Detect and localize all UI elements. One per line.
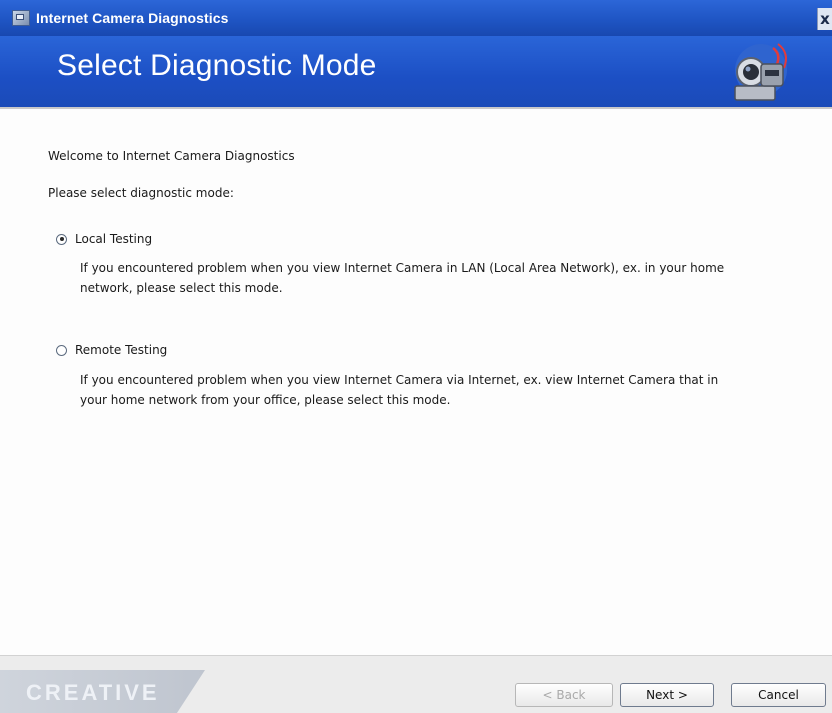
local-testing-option[interactable]: Local Testing: [56, 232, 152, 246]
header-banner: Select Diagnostic Mode: [0, 36, 832, 107]
dialog-window: Internet Camera Diagnostics x Select Dia…: [0, 0, 832, 713]
remote-testing-option[interactable]: Remote Testing: [56, 343, 167, 357]
remote-testing-desc-line2: your home network from your office, plea…: [80, 393, 451, 407]
window-title: Internet Camera Diagnostics: [36, 10, 229, 26]
cancel-button[interactable]: Cancel: [731, 683, 826, 707]
network-camera-icon: [734, 43, 787, 101]
remote-testing-desc-line1: If you encountered problem when you view…: [80, 373, 719, 387]
local-testing-label[interactable]: Local Testing: [75, 232, 152, 246]
title-bar[interactable]: Internet Camera Diagnostics x: [0, 0, 832, 36]
close-button[interactable]: x: [817, 8, 832, 30]
page-title: Select Diagnostic Mode: [57, 49, 377, 82]
remote-testing-label[interactable]: Remote Testing: [75, 343, 167, 357]
footer-bar: CREATIVE < Back Next > Cancel: [0, 655, 832, 713]
welcome-text: Welcome to Internet Camera Diagnostics: [48, 149, 295, 163]
local-testing-desc-line1: If you encountered problem when you view…: [80, 261, 725, 275]
creative-logo: CREATIVE: [26, 680, 160, 705]
remote-testing-radio[interactable]: [56, 344, 67, 356]
mode-prompt: Please select diagnostic mode:: [48, 186, 234, 200]
local-testing-description: If you encountered problem when you view…: [80, 258, 724, 298]
app-icon: [12, 10, 30, 26]
local-testing-desc-line2: network, please select this mode.: [80, 281, 283, 295]
local-testing-radio[interactable]: [56, 233, 67, 245]
next-button[interactable]: Next >: [620, 683, 714, 707]
back-button[interactable]: < Back: [515, 683, 613, 707]
remote-testing-description: If you encountered problem when you view…: [80, 370, 718, 410]
content-panel: Welcome to Internet Camera Diagnostics P…: [0, 109, 832, 655]
